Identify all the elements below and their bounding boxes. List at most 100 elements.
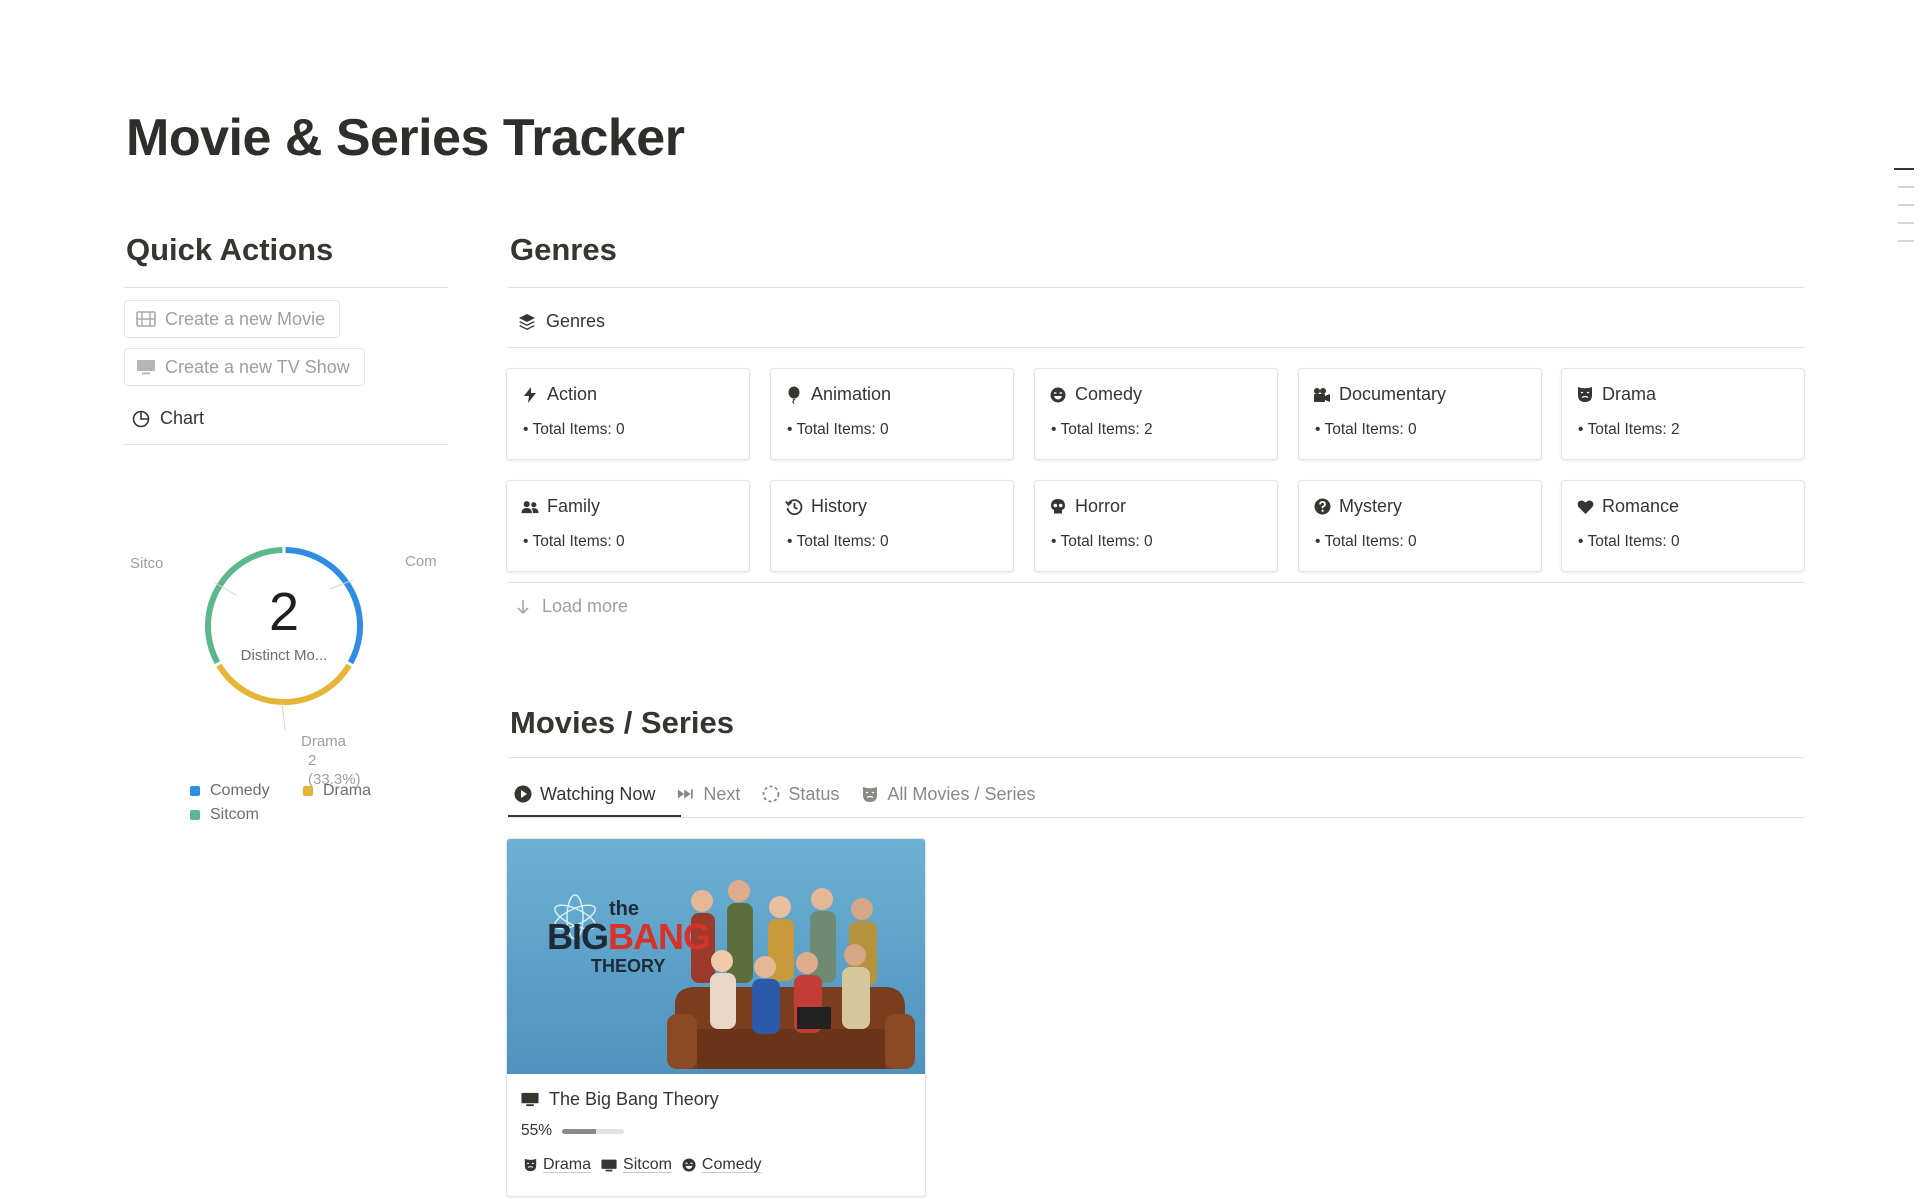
genre-total: Total Items: 0 [1587,533,1680,550]
genre-total: Total Items: 0 [1324,533,1417,550]
genre-card-animation[interactable]: Animation • Total Items: 0 [770,368,1014,460]
tab-label: All Movies / Series [887,783,1036,804]
tabs-divider [508,817,1804,818]
tag-label: Sitcom [623,1156,672,1173]
genre-total: Total Items: 0 [796,421,889,438]
genre-card-family[interactable]: Family • Total Items: 0 [506,480,750,572]
tag-row: Drama Sitcom Comedy [523,1156,762,1174]
genre-total: Total Items: 2 [1060,421,1153,438]
poster-logo-big-bang: BIGBANG [547,916,711,957]
progress-fill [562,1128,597,1134]
movie-title-row: The Big Bang Theory [521,1089,719,1110]
genres-heading: Genres [510,232,617,267]
movie-card[interactable]: the BIGBANG THEORY The Big Bang Theory 5… [506,838,926,1197]
genre-card-comedy[interactable]: Comedy • Total Items: 2 [1034,368,1278,460]
chart-label-drama-name: Drama [301,733,347,750]
movie-poster: the BIGBANG THEORY [507,839,925,1074]
skull-icon [1049,498,1067,516]
genre-card-history[interactable]: History • Total Items: 0 [770,480,1014,572]
pie-chart-icon [132,410,150,428]
genres-view-tab[interactable]: Genres [518,311,605,332]
load-more-button[interactable]: Load more [514,596,628,617]
arrow-down-icon [514,598,532,616]
legend-label: Comedy [210,782,270,799]
donut-slice-drama[interactable] [216,663,352,705]
play-circle-icon [514,785,532,803]
tv-icon [137,358,155,376]
movies-tab-bar: Watching Now Next Status All Movies / Se… [514,774,1035,814]
create-tv-show-button[interactable]: Create a new TV Show [124,348,365,386]
legend-swatch-comedy [190,786,200,796]
chart-label-sitcom: Sitco [130,555,164,572]
chart-label-comedy: Com [405,553,437,570]
bolt-icon [521,386,539,404]
toc-line-2[interactable] [1898,186,1914,188]
genre-name: Drama [1602,384,1657,404]
layers-icon [518,313,536,331]
genre-name: Animation [811,384,892,404]
tab-next[interactable]: Next [677,774,740,814]
tag-sitcom[interactable]: Sitcom [601,1156,672,1174]
progress-row: 55% [521,1122,625,1140]
people-icon [521,498,539,516]
genres-grid-divider [508,582,1804,583]
tab-watching-now[interactable]: Watching Now [514,774,655,814]
legend-sitcom[interactable]: Sitcom [190,806,259,824]
tab-status[interactable]: Status [762,774,839,814]
tag-drama[interactable]: Drama [523,1156,591,1174]
movie-title: The Big Bang Theory [549,1089,719,1109]
genre-card-action[interactable]: Action • Total Items: 0 [506,368,750,460]
legend-label: Sitcom [210,806,259,823]
tab-label: Next [703,783,741,804]
poster-logo-bang: BANG [608,916,711,957]
create-tv-show-label: Create a new TV Show [165,356,350,377]
genre-card-mystery[interactable]: Mystery • Total Items: 0 [1298,480,1542,572]
theater-mask-icon [1576,386,1594,404]
genre-card-documentary[interactable]: Documentary • Total Items: 0 [1298,368,1542,460]
tag-label: Comedy [701,1156,762,1173]
tab-all-movies-series[interactable]: All Movies / Series [861,774,1035,814]
toc-line-5[interactable] [1898,240,1914,242]
genre-total: Total Items: 0 [532,421,625,438]
movie-camera-icon [1313,386,1331,404]
chart-divider [124,444,448,445]
tag-label: Drama [543,1156,592,1173]
movies-heading: Movies / Series [510,705,735,740]
genre-total: Total Items: 0 [1324,421,1417,438]
toc-line-4[interactable] [1898,222,1914,224]
tab-label: Status [788,783,840,804]
genre-card-horror[interactable]: Horror • Total Items: 0 [1034,480,1278,572]
quick-actions-divider [124,287,448,288]
tv-icon [521,1091,539,1109]
genres-divider [508,287,1804,288]
toc-line-1[interactable] [1894,168,1914,170]
legend-label: Drama [323,782,372,799]
chart-center-label: Distinct Mo... [240,647,328,664]
theater-mask-icon [861,785,879,803]
chart-center-value: 2 [268,582,300,642]
create-movie-button[interactable]: Create a new Movie [124,300,341,338]
heart-icon [1576,498,1594,516]
genre-name: Action [547,384,598,404]
genres-view-divider [508,347,1804,348]
genres-view-label: Genres [546,311,606,331]
progress-track [562,1128,625,1134]
laughing-face-icon [1049,386,1067,404]
movies-divider [508,757,1804,758]
question-circle-icon [1313,498,1331,516]
tag-comedy[interactable]: Comedy [682,1156,762,1174]
chart-view-label[interactable]: Chart [132,408,204,429]
legend-comedy[interactable]: Comedy [190,782,270,800]
chart-label-drama-value: 2 [308,752,317,769]
genre-name: Horror [1075,496,1127,516]
toc-line-3[interactable] [1898,204,1914,206]
balloon-icon [785,386,803,404]
genre-card-romance[interactable]: Romance • Total Items: 0 [1561,480,1805,572]
history-icon [785,498,803,516]
genre-card-drama[interactable]: Drama • Total Items: 2 [1561,368,1805,460]
genre-total: Total Items: 2 [1587,421,1680,438]
loading-circle-icon [762,785,780,803]
legend-drama[interactable]: Drama [303,782,371,800]
theater-mask-icon [523,1156,537,1174]
genre-total: Total Items: 0 [1060,533,1153,550]
